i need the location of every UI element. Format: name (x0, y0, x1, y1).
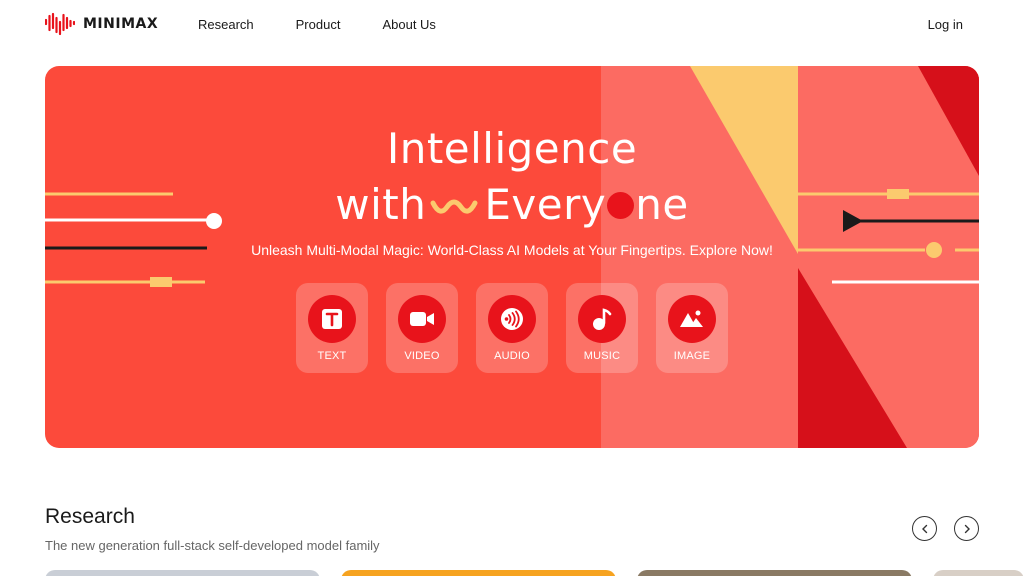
text-mode-label: TEXT (317, 350, 347, 362)
research-section-subtitle: The new generation full-stack self-devel… (45, 538, 380, 553)
nav-product[interactable]: Product (296, 17, 341, 32)
hero-title-with: with (335, 180, 427, 229)
research-card[interactable] (341, 570, 616, 576)
waveform-logo-icon (45, 12, 75, 36)
hero-subtitle: Unleash Multi-Modal Magic: World-Class A… (251, 242, 773, 258)
research-section-title: Research (45, 505, 135, 528)
audio-mode-button[interactable]: AUDIO (476, 283, 548, 373)
research-card[interactable] (45, 570, 320, 576)
main-nav: Research Product About Us (198, 17, 436, 32)
music-mode-label: MUSIC (583, 350, 621, 362)
video-icon (398, 295, 446, 343)
hero-title-ne: ne (635, 180, 689, 229)
text-icon (308, 295, 356, 343)
nav-research[interactable]: Research (198, 17, 254, 32)
modality-buttons: TEXT VIDEO AUDIO MUSIC IMAGE (296, 283, 728, 373)
music-mode-button[interactable]: MUSIC (566, 283, 638, 373)
research-card-carousel (45, 570, 1024, 576)
minimax-logo[interactable]: MINIMAX (45, 12, 158, 36)
carousel-prev-button[interactable] (912, 516, 937, 541)
chevron-left-icon (921, 524, 927, 533)
research-card[interactable] (637, 570, 912, 576)
chevron-right-icon (964, 524, 970, 533)
hero-banner: Intelligence with Every ne Unleash Multi-M… (45, 66, 979, 448)
text-mode-button[interactable]: TEXT (296, 283, 368, 373)
red-dot-icon (607, 192, 635, 219)
audio-icon (488, 295, 536, 343)
brand-name: MINIMAX (83, 16, 159, 32)
video-mode-button[interactable]: VIDEO (386, 283, 458, 373)
nav-about-us[interactable]: About Us (382, 17, 435, 32)
carousel-next-button[interactable] (954, 516, 979, 541)
top-navigation-bar: MINIMAX Research Product About Us Log in (0, 0, 1024, 50)
research-card[interactable] (933, 570, 1024, 576)
image-icon (668, 295, 716, 343)
login-link[interactable]: Log in (928, 17, 963, 32)
wave-glyph-icon (430, 199, 478, 214)
video-mode-label: VIDEO (404, 350, 440, 362)
image-mode-button[interactable]: IMAGE (656, 283, 728, 373)
hero-title-line-2: with Every ne (45, 180, 979, 229)
image-mode-label: IMAGE (673, 350, 711, 362)
audio-mode-label: AUDIO (494, 350, 530, 362)
hero-title-every: Every (484, 180, 607, 229)
hero-title-line-1: Intelligence (386, 124, 638, 173)
music-icon (578, 295, 626, 343)
